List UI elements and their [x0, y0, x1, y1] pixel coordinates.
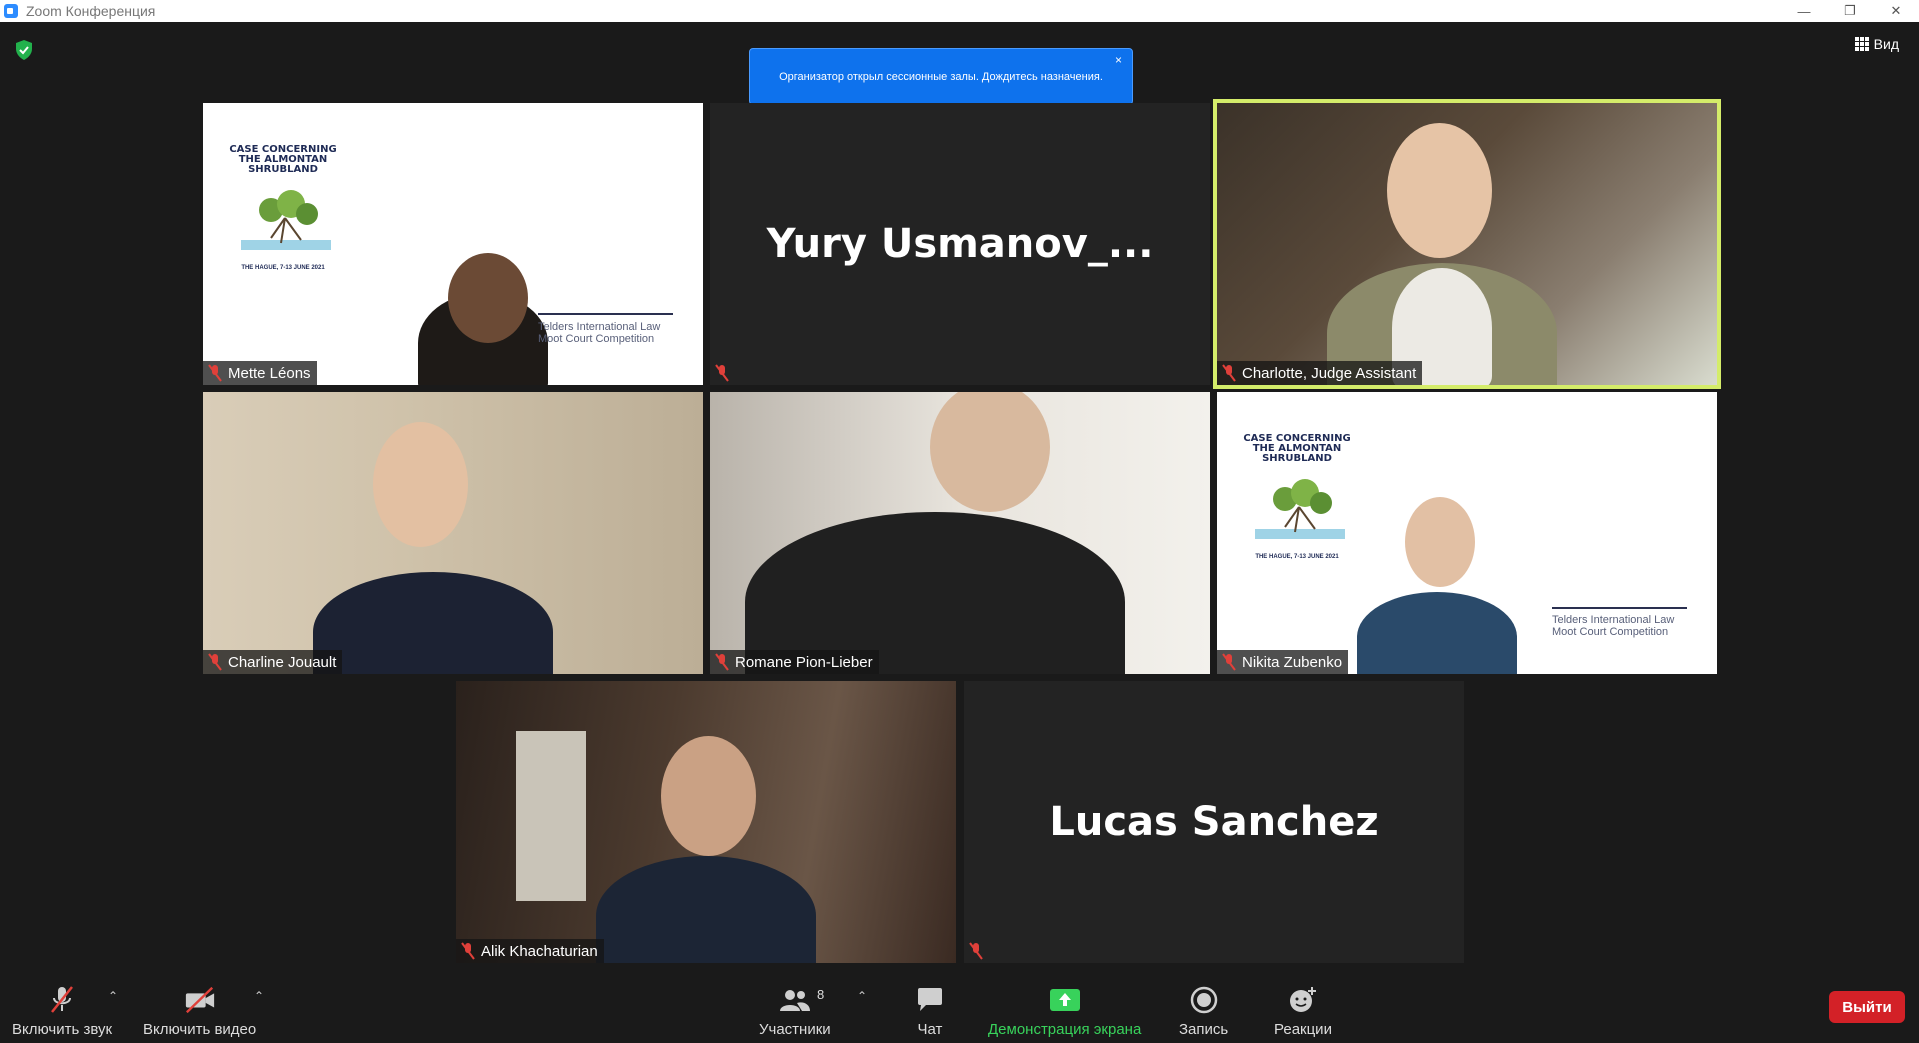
video-off-icon: [184, 985, 216, 1015]
share-screen-button[interactable]: Демонстрация экрана: [988, 985, 1141, 1038]
share-screen-icon: [1049, 985, 1081, 1015]
video-tile-lucas[interactable]: Lucas Sanchez: [964, 681, 1464, 963]
window-controls: — ❐ ✕: [1781, 0, 1919, 22]
participant-head: [373, 422, 468, 547]
participant-name: Romane Pion-Lieber: [735, 653, 873, 671]
name-tag: Nikita Zubenko: [1217, 650, 1349, 674]
minimize-button[interactable]: —: [1781, 0, 1827, 22]
mic-muted-icon: [1222, 653, 1236, 671]
chevron-up-icon[interactable]: ⌃: [857, 989, 867, 1003]
view-button[interactable]: Вид: [1854, 36, 1899, 52]
leave-button[interactable]: Выйти: [1829, 991, 1905, 1023]
emoji-plus-icon: [1287, 985, 1319, 1015]
participant-head: [930, 392, 1050, 512]
telders-caption: Telders International Law Moot Court Com…: [538, 321, 661, 345]
participant-display-name: Yury Usmanov_...: [766, 221, 1154, 267]
mic-muted-icon: [46, 985, 78, 1015]
participant-body: [596, 856, 816, 963]
breakout-notice: Организатор открыл сессионные залы. Дожд…: [749, 48, 1133, 105]
meeting-toolbar: Включить звук ⌃ Включить видео ⌃ Участни…: [0, 975, 1919, 1043]
participants-icon: [779, 985, 811, 1015]
name-tag: [710, 361, 741, 385]
reactions-label: Реакции: [1274, 1021, 1332, 1038]
participant-head: [1405, 497, 1475, 587]
poster-slide: CASE CONCERNING THE ALMONTAN SHRUBLAND T…: [1217, 392, 1717, 674]
name-tag: [964, 939, 995, 963]
participant-body: [313, 572, 553, 674]
participants-label: Участники: [759, 1021, 831, 1038]
video-tile-mette[interactable]: CASE CONCERNING THE ALMONTAN SHRUBLAND T…: [203, 103, 703, 385]
poster-title: CASE CONCERNING THE ALMONTAN SHRUBLAND: [1243, 433, 1351, 464]
mic-muted-icon: [1222, 364, 1236, 382]
video-tile-romane[interactable]: Romane Pion-Lieber: [710, 392, 1210, 674]
title-bar: Zoom Конференция — ❐ ✕: [0, 0, 1919, 22]
close-icon[interactable]: ×: [1115, 53, 1122, 67]
zoom-window: Zoom Конференция — ❐ ✕ Вид Организатор о…: [0, 0, 1919, 1043]
participant-name: Charline Jouault: [228, 653, 337, 671]
mic-muted-icon: [208, 653, 222, 671]
tree-image: [241, 190, 331, 250]
name-tag: Alik Khachaturian: [456, 939, 604, 963]
telders-caption: Telders International Law Moot Court Com…: [1552, 614, 1675, 638]
start-video-button[interactable]: Включить видео: [143, 985, 256, 1038]
participant-name: Alik Khachaturian: [481, 942, 598, 960]
restore-button[interactable]: ❐: [1827, 0, 1873, 22]
share-label: Демонстрация экрана: [988, 1021, 1142, 1038]
name-tag: Romane Pion-Lieber: [710, 650, 879, 674]
view-label: Вид: [1873, 36, 1899, 52]
window-title: Zoom Конференция: [26, 3, 156, 19]
record-icon: [1188, 985, 1220, 1015]
window-light: [516, 731, 586, 901]
poster-date: THE HAGUE, 7-13 JUNE 2021: [1255, 554, 1339, 560]
video-tile-nikita[interactable]: CASE CONCERNING THE ALMONTAN SHRUBLAND T…: [1217, 392, 1717, 674]
name-tag: Charline Jouault: [203, 650, 343, 674]
mic-muted-icon: [715, 364, 729, 382]
close-button[interactable]: ✕: [1873, 0, 1919, 22]
participant-name: Charlotte, Judge Assistant: [1242, 364, 1417, 382]
chat-button[interactable]: Чат: [914, 985, 946, 1038]
grid-icon: [1854, 37, 1869, 51]
name-tag: Mette Léons: [203, 361, 317, 385]
record-label: Запись: [1179, 1021, 1229, 1038]
participant-head: [661, 736, 756, 856]
chevron-up-icon[interactable]: ⌃: [254, 989, 264, 1003]
participants-count: 8: [817, 987, 825, 1002]
chat-label: Чат: [917, 1021, 943, 1038]
poster-slide: CASE CONCERNING THE ALMONTAN SHRUBLAND T…: [203, 103, 703, 385]
reactions-button[interactable]: Реакции: [1274, 985, 1332, 1038]
mic-muted-icon: [969, 942, 983, 960]
notice-text: Организатор открыл сессионные залы. Дожд…: [779, 70, 1103, 83]
participant-name: Nikita Zubenko: [1242, 653, 1343, 671]
video-tile-charline[interactable]: Charline Jouault: [203, 392, 703, 674]
shield-icon[interactable]: [15, 40, 33, 60]
record-button[interactable]: Запись: [1179, 985, 1228, 1038]
mic-muted-icon: [208, 364, 222, 382]
tree-image: [1255, 479, 1345, 539]
poster-date: THE HAGUE, 7-13 JUNE 2021: [241, 265, 325, 271]
video-tile-alik[interactable]: Alik Khachaturian: [456, 681, 956, 963]
unmute-label: Включить звук: [12, 1021, 113, 1038]
participant-display-name: Lucas Sanchez: [1049, 799, 1379, 845]
zoom-app-icon: [4, 4, 18, 18]
video-tile-charlotte[interactable]: Charlotte, Judge Assistant: [1213, 99, 1721, 389]
chevron-up-icon[interactable]: ⌃: [108, 989, 118, 1003]
unmute-button[interactable]: Включить звук: [12, 985, 112, 1038]
poster-title: CASE CONCERNING THE ALMONTAN SHRUBLAND: [229, 144, 337, 175]
mic-muted-icon: [715, 653, 729, 671]
participant-head: [1387, 123, 1492, 258]
video-tile-yury[interactable]: Yury Usmanov_...: [710, 103, 1210, 385]
participant-body: [1357, 592, 1517, 674]
mic-muted-icon: [461, 942, 475, 960]
chat-icon: [914, 985, 946, 1015]
video-label: Включить видео: [143, 1021, 257, 1038]
name-tag: Charlotte, Judge Assistant: [1217, 361, 1423, 385]
participant-head: [448, 253, 528, 343]
participant-name: Mette Léons: [228, 364, 311, 382]
